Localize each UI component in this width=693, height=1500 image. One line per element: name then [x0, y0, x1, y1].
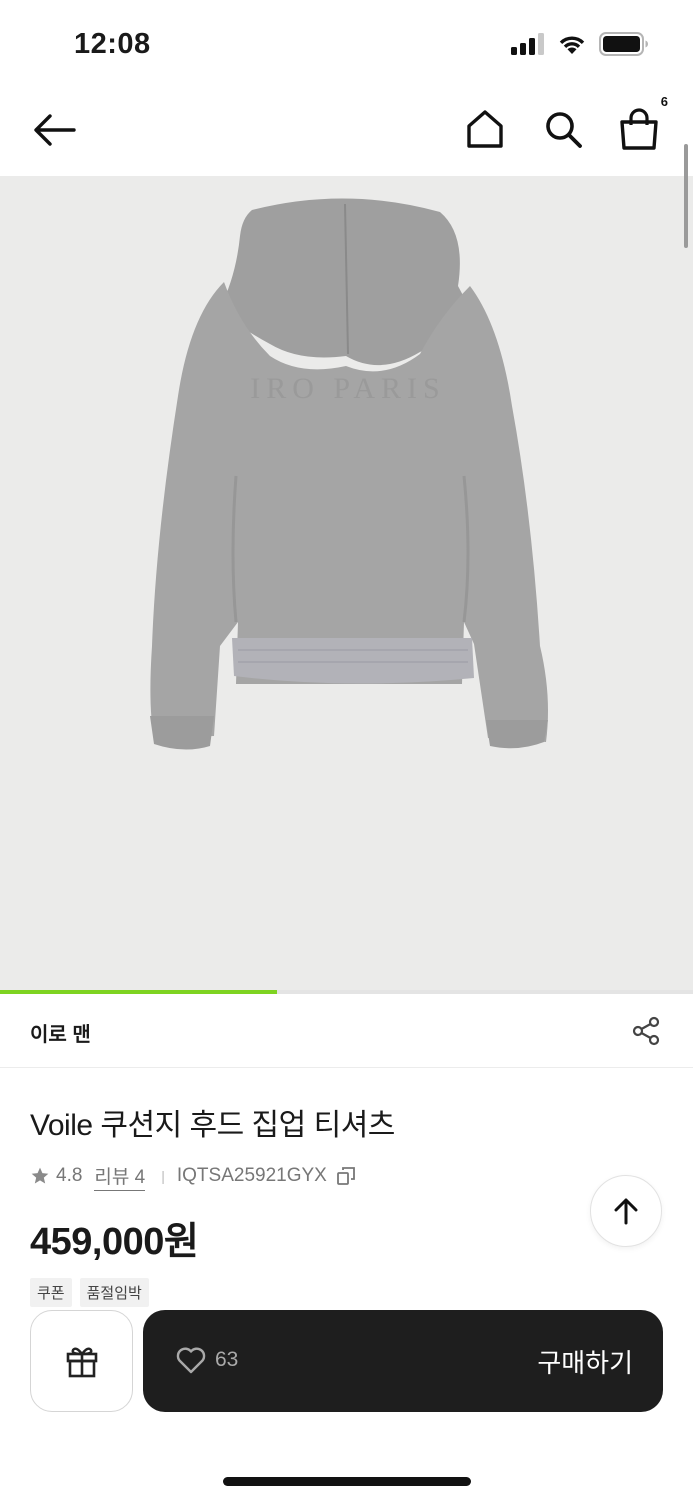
status-icons [511, 32, 649, 56]
home-indicator [223, 1477, 471, 1486]
star-icon [31, 1167, 49, 1184]
cart-count-badge: 6 [660, 94, 668, 109]
product-meta-row: 4.8 리뷰 4 | IQTSA25921GYX [30, 1160, 357, 1192]
wifi-icon [559, 36, 585, 54]
arrow-left-icon [34, 114, 76, 146]
top-nav: 6 [0, 92, 693, 174]
share-icon [632, 1016, 660, 1046]
embossed-logo-text: IRO PARIS [250, 372, 445, 405]
battery-icon [599, 32, 648, 56]
copy-code-button[interactable] [335, 1165, 357, 1187]
brand-name-link[interactable]: 이로 맨 [30, 1018, 91, 1047]
home-icon [467, 110, 503, 148]
status-time: 12:08 [74, 28, 151, 60]
meta-divider: | [161, 1168, 165, 1184]
arrow-up-icon [614, 1198, 638, 1225]
product-image: IRO PARIS [150, 198, 548, 750]
product-price: 459,000원 [30, 1221, 199, 1263]
back-button[interactable] [30, 106, 78, 154]
home-button[interactable] [462, 106, 508, 152]
buy-button-label: 구매하기 [537, 1348, 633, 1378]
shopping-bag-icon [620, 108, 658, 150]
search-icon [546, 112, 582, 148]
search-button[interactable] [540, 106, 586, 152]
bottom-action-bar: 63 구매하기 [0, 1300, 693, 1500]
rating-value: 4.8 [56, 1165, 83, 1186]
signal-icon [511, 33, 544, 55]
product-image-gallery[interactable]: IRO PARIS [0, 176, 693, 994]
buy-button[interactable]: 63 구매하기 [143, 1310, 663, 1412]
brand-row: 이로 맨 [0, 994, 693, 1068]
cart-button[interactable]: 6 [614, 94, 668, 154]
copy-icon [336, 1167, 355, 1185]
review-link[interactable]: 리뷰 4 [94, 1162, 146, 1191]
product-code: IQTSA25921GYX [176, 1165, 327, 1186]
like-button[interactable]: 63 [175, 1345, 238, 1375]
gift-button[interactable] [30, 1310, 133, 1412]
page-scrollbar[interactable] [684, 144, 688, 248]
gift-icon [66, 1347, 97, 1378]
scroll-to-top-button[interactable] [590, 1175, 662, 1247]
like-count: 63 [215, 1348, 239, 1371]
heart-icon [176, 1347, 206, 1374]
share-button[interactable] [629, 1014, 663, 1048]
product-title: Voile 쿠션지 후드 집업 티셔츠 [30, 1109, 395, 1142]
status-bar: 12:08 [0, 0, 693, 90]
